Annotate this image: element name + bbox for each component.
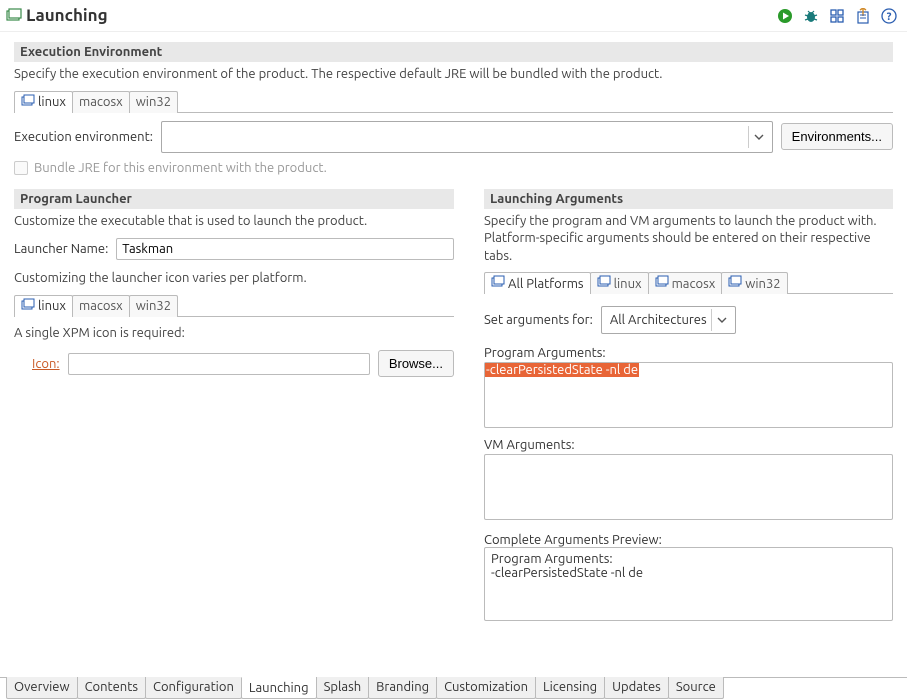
platform-icon: [655, 275, 669, 292]
content-area: Execution Environment Specify the execut…: [0, 32, 907, 668]
browse-button[interactable]: Browse...: [378, 350, 454, 377]
page-header: Launching ?: [0, 0, 907, 32]
icon-row: Icon: Browse...: [14, 350, 454, 377]
args-platform-tabs: All Platforms linux macosx win32: [484, 271, 893, 293]
vm-args-textarea[interactable]: [484, 454, 893, 520]
bundle-jre-row: Bundle JRE for this environment with the…: [14, 161, 893, 175]
tab-all-platforms[interactable]: All Platforms: [484, 272, 591, 294]
exec-env-desc: Specify the execution environment of the…: [14, 66, 893, 84]
program-args-label: Program Arguments:: [484, 346, 893, 360]
tab-configuration[interactable]: Configuration: [145, 677, 242, 699]
architectures-select[interactable]: All Architectures: [601, 306, 736, 334]
execution-environment-section: Execution Environment Specify the execut…: [14, 42, 893, 175]
tab-win32[interactable]: win32: [129, 91, 178, 113]
tab-linux[interactable]: linux: [590, 272, 649, 294]
tab-win32[interactable]: win32: [721, 272, 787, 294]
launch-args-header: Launching Arguments: [484, 189, 893, 209]
launching-arguments-section: Launching Arguments Specify the program …: [484, 189, 893, 622]
tab-label: linux: [38, 95, 66, 109]
launcher-name-row: Launcher Name:: [14, 238, 454, 260]
tab-linux[interactable]: linux: [14, 295, 73, 317]
platform-icon: [21, 94, 35, 111]
vm-args-label: VM Arguments:: [484, 438, 893, 452]
exec-env-row: Execution environment: Environments...: [14, 121, 893, 153]
preview-box: Program Arguments: -clearPersistedState …: [484, 547, 893, 621]
tab-contents[interactable]: Contents: [77, 677, 146, 699]
set-args-label: Set arguments for:: [484, 313, 593, 327]
platform-icon: [597, 275, 611, 292]
tab-macosx[interactable]: macosx: [72, 295, 130, 317]
tab-macosx[interactable]: macosx: [72, 91, 130, 113]
bundle-jre-label: Bundle JRE for this environment with the…: [34, 161, 327, 175]
tab-label: win32: [745, 277, 780, 291]
svg-text:?: ?: [887, 11, 892, 23]
two-column-layout: Program Launcher Customize the executabl…: [14, 189, 893, 622]
tab-licensing[interactable]: Licensing: [535, 677, 605, 699]
tab-updates[interactable]: Updates: [604, 677, 669, 699]
tab-label: macosx: [672, 277, 716, 291]
program-args-value: -clearPersistedState -nl de: [485, 363, 639, 377]
tab-overview[interactable]: Overview: [6, 677, 78, 699]
header-toolbar: ?: [777, 8, 897, 24]
launcher-name-label: Launcher Name:: [14, 242, 108, 256]
tab-label: All Platforms: [508, 277, 584, 291]
icon-link-label[interactable]: Icon:: [14, 357, 60, 371]
tab-splash[interactable]: Splash: [316, 677, 370, 699]
customize-note: Customizing the launcher icon varies per…: [14, 270, 454, 288]
exec-env-label: Execution environment:: [14, 130, 153, 144]
editor-bottom-tabs: Overview Contents Configuration Launchin…: [0, 677, 907, 700]
exec-env-header: Execution Environment: [14, 42, 893, 62]
icon-path-input[interactable]: [68, 353, 370, 375]
tab-label: linux: [38, 299, 66, 313]
tab-win32[interactable]: win32: [129, 295, 178, 317]
environments-button[interactable]: Environments...: [781, 123, 893, 150]
tab-customization[interactable]: Customization: [436, 677, 536, 699]
organize-icon[interactable]: [829, 8, 845, 24]
platform-icon: [491, 275, 505, 292]
debug-icon[interactable]: [803, 8, 819, 24]
preview-label: Complete Arguments Preview:: [484, 533, 893, 547]
export-icon[interactable]: [855, 8, 871, 24]
program-launcher-section: Program Launcher Customize the executabl…: [14, 189, 454, 622]
set-args-row: Set arguments for: All Architectures: [484, 306, 893, 334]
architectures-value: All Architectures: [610, 313, 707, 327]
page-title: Launching: [26, 6, 777, 25]
tab-macosx[interactable]: macosx: [648, 272, 723, 294]
platform-icon: [21, 298, 35, 315]
tab-label: linux: [614, 277, 642, 291]
program-args-textarea[interactable]: -clearPersistedState -nl de: [484, 362, 893, 428]
preview-line: -clearPersistedState -nl de: [491, 566, 886, 580]
prog-launcher-desc: Customize the executable that is used to…: [14, 213, 454, 231]
launcher-icon-tabs: linux macosx win32: [14, 294, 454, 316]
platform-icon: [728, 275, 742, 292]
help-icon[interactable]: ?: [881, 8, 897, 24]
launch-args-desc: Specify the program and VM arguments to …: [484, 213, 893, 266]
xpm-note: A single XPM icon is required:: [14, 325, 454, 343]
prog-launcher-header: Program Launcher: [14, 189, 454, 209]
chevron-down-icon: [711, 309, 733, 331]
chevron-down-icon: [748, 126, 770, 148]
tab-launching[interactable]: Launching: [241, 677, 317, 699]
tab-branding[interactable]: Branding: [368, 677, 437, 699]
exec-env-tabs: linux macosx win32: [14, 90, 893, 112]
launching-page-icon: [6, 8, 22, 24]
launcher-name-input[interactable]: [116, 238, 454, 260]
tab-linux[interactable]: linux: [14, 91, 73, 113]
bundle-jre-checkbox[interactable]: [14, 161, 28, 175]
exec-env-select[interactable]: [161, 121, 773, 153]
tab-source[interactable]: Source: [668, 677, 724, 699]
run-icon[interactable]: [777, 8, 793, 24]
preview-line: Program Arguments:: [491, 552, 886, 566]
